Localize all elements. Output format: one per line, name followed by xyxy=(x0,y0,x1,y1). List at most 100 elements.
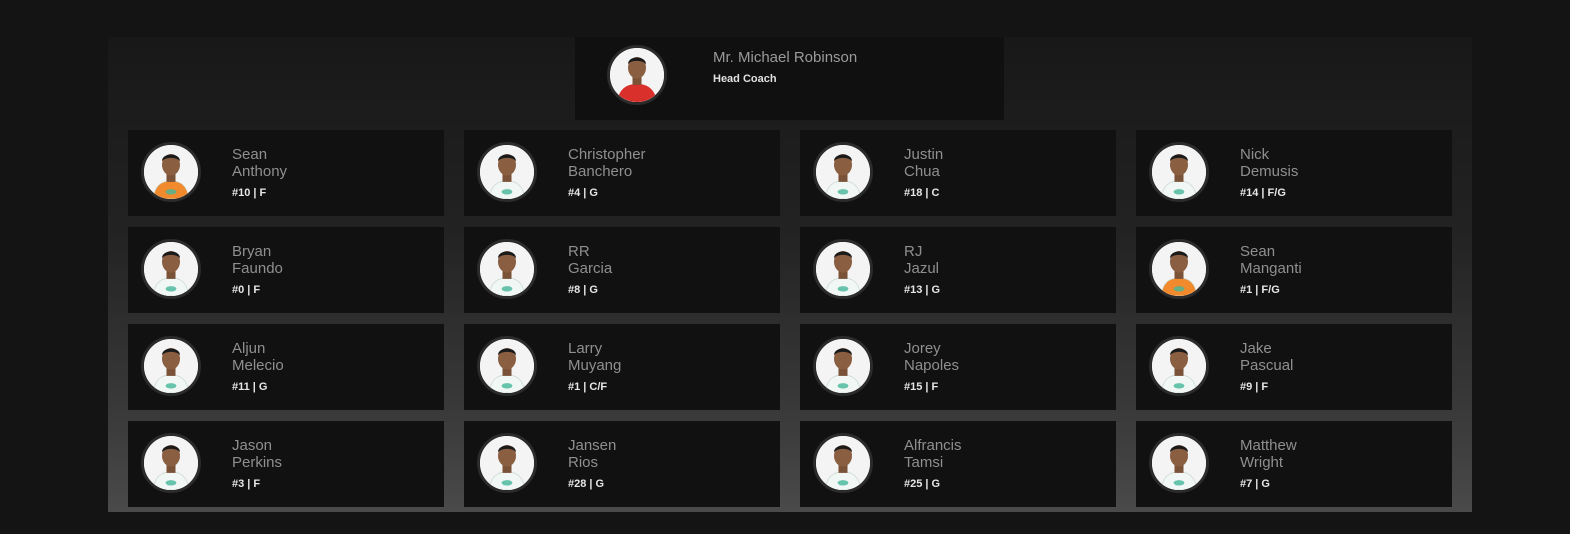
player-first-name[interactable]: Nick xyxy=(1240,146,1269,163)
player-photo-icon xyxy=(1152,242,1206,296)
player-last-name[interactable]: Muyang xyxy=(568,357,621,374)
player-first-name[interactable]: Jansen xyxy=(568,437,616,454)
player-number-position: #10 | F xyxy=(232,187,267,199)
player-photo-icon xyxy=(816,145,870,199)
player-number-position: #15 | F xyxy=(904,381,939,393)
player-avatar xyxy=(813,142,873,202)
player-first-name[interactable]: Sean xyxy=(1240,243,1275,260)
player-avatar xyxy=(477,336,537,396)
player-first-name[interactable]: RR xyxy=(568,243,590,260)
player-last-name[interactable]: Faundo xyxy=(232,260,283,277)
player-card[interactable]: Sean Anthony #10 | F xyxy=(128,130,444,216)
player-avatar xyxy=(477,239,537,299)
player-card[interactable]: Larry Muyang #1 | C/F xyxy=(464,324,780,410)
player-number-position: #25 | G xyxy=(904,478,941,490)
player-card[interactable]: Jansen Rios #28 | G xyxy=(464,421,780,507)
player-number-position: #0 | F xyxy=(232,284,261,296)
player-card[interactable]: Justin Chua #18 | C xyxy=(800,130,1116,216)
player-avatar xyxy=(1149,239,1209,299)
player-last-name[interactable]: Anthony xyxy=(232,163,287,180)
player-last-name[interactable]: Melecio xyxy=(232,357,284,374)
player-photo-icon xyxy=(1152,339,1206,393)
player-avatar xyxy=(1149,336,1209,396)
player-card[interactable]: Sean Manganti #1 | F/G xyxy=(1136,227,1452,313)
player-card[interactable]: Nick Demusis #14 | F/G xyxy=(1136,130,1452,216)
player-photo-icon xyxy=(816,242,870,296)
player-card[interactable]: Alfrancis Tamsi #25 | G xyxy=(800,421,1116,507)
player-number-position: #1 | F/G xyxy=(1240,284,1280,296)
player-first-name[interactable]: Sean xyxy=(232,146,267,163)
player-number-position: #11 | G xyxy=(232,381,268,393)
player-avatar xyxy=(813,336,873,396)
player-photo-icon xyxy=(480,145,534,199)
player-number-position: #1 | C/F xyxy=(568,381,608,393)
player-avatar xyxy=(1149,433,1209,493)
player-card[interactable]: Bryan Faundo #0 | F xyxy=(128,227,444,313)
player-number-position: #13 | G xyxy=(904,284,941,296)
player-first-name[interactable]: Jake xyxy=(1240,340,1272,357)
player-avatar xyxy=(477,433,537,493)
player-last-name[interactable]: Napoles xyxy=(904,357,959,374)
player-number-position: #3 | F xyxy=(232,478,261,490)
player-number-position: #9 | F xyxy=(1240,381,1269,393)
player-last-name[interactable]: Chua xyxy=(904,163,940,180)
player-photo-icon xyxy=(144,436,198,490)
player-avatar xyxy=(813,239,873,299)
player-grid: Sean Anthony #10 | F Christopher Banchero #4 … xyxy=(128,130,1452,507)
player-last-name[interactable]: Banchero xyxy=(568,163,632,180)
coach-avatar xyxy=(607,45,667,105)
player-last-name[interactable]: Jazul xyxy=(904,260,939,277)
player-number-position: #4 | G xyxy=(568,187,598,199)
player-avatar xyxy=(1149,142,1209,202)
player-first-name[interactable]: Jason xyxy=(232,437,272,454)
player-number-position: #28 | G xyxy=(568,478,605,490)
player-avatar xyxy=(141,239,201,299)
player-first-name[interactable]: Justin xyxy=(904,146,943,163)
player-card[interactable]: Jake Pascual #9 | F xyxy=(1136,324,1452,410)
player-number-position: #18 | C xyxy=(904,187,940,199)
player-last-name[interactable]: Garcia xyxy=(568,260,612,277)
player-first-name[interactable]: Bryan xyxy=(232,243,271,260)
player-photo-icon xyxy=(1152,436,1206,490)
player-number-position: #14 | F/G xyxy=(1240,187,1286,199)
player-last-name[interactable]: Tamsi xyxy=(904,454,943,471)
player-card[interactable]: Aljun Melecio #11 | G xyxy=(128,324,444,410)
player-photo-icon xyxy=(144,145,198,199)
coach-name[interactable]: Mr. Michael Robinson xyxy=(713,49,857,66)
player-card[interactable]: RR Garcia #8 | G xyxy=(464,227,780,313)
player-last-name[interactable]: Demusis xyxy=(1240,163,1298,180)
player-number-position: #7 | G xyxy=(1240,478,1270,490)
player-last-name[interactable]: Rios xyxy=(568,454,598,471)
head-coach-card[interactable]: Mr. Michael Robinson Head Coach xyxy=(575,37,1004,120)
player-first-name[interactable]: Alfrancis xyxy=(904,437,962,454)
player-photo-icon xyxy=(480,339,534,393)
player-card[interactable]: Jason Perkins #3 | F xyxy=(128,421,444,507)
player-first-name[interactable]: RJ xyxy=(904,243,922,260)
player-last-name[interactable]: Perkins xyxy=(232,454,282,471)
player-first-name[interactable]: Larry xyxy=(568,340,602,357)
player-last-name[interactable]: Wright xyxy=(1240,454,1283,471)
player-card[interactable]: Christopher Banchero #4 | G xyxy=(464,130,780,216)
player-photo-icon xyxy=(816,436,870,490)
player-avatar xyxy=(141,336,201,396)
player-first-name[interactable]: Matthew xyxy=(1240,437,1297,454)
player-card[interactable]: Matthew Wright #7 | G xyxy=(1136,421,1452,507)
coach-photo-icon xyxy=(610,48,664,102)
player-avatar xyxy=(141,142,201,202)
player-photo-icon xyxy=(1152,145,1206,199)
player-last-name[interactable]: Manganti xyxy=(1240,260,1302,277)
player-first-name[interactable]: Aljun xyxy=(232,340,265,357)
player-photo-icon xyxy=(480,436,534,490)
player-card[interactable]: RJ Jazul #13 | G xyxy=(800,227,1116,313)
player-number-position: #8 | G xyxy=(568,284,598,296)
player-photo-icon xyxy=(480,242,534,296)
player-avatar xyxy=(477,142,537,202)
player-first-name[interactable]: Jorey xyxy=(904,340,941,357)
player-photo-icon xyxy=(144,339,198,393)
player-card[interactable]: Jorey Napoles #15 | F xyxy=(800,324,1116,410)
player-first-name[interactable]: Christopher xyxy=(568,146,646,163)
player-photo-icon xyxy=(144,242,198,296)
player-photo-icon xyxy=(816,339,870,393)
player-avatar xyxy=(141,433,201,493)
player-last-name[interactable]: Pascual xyxy=(1240,357,1293,374)
